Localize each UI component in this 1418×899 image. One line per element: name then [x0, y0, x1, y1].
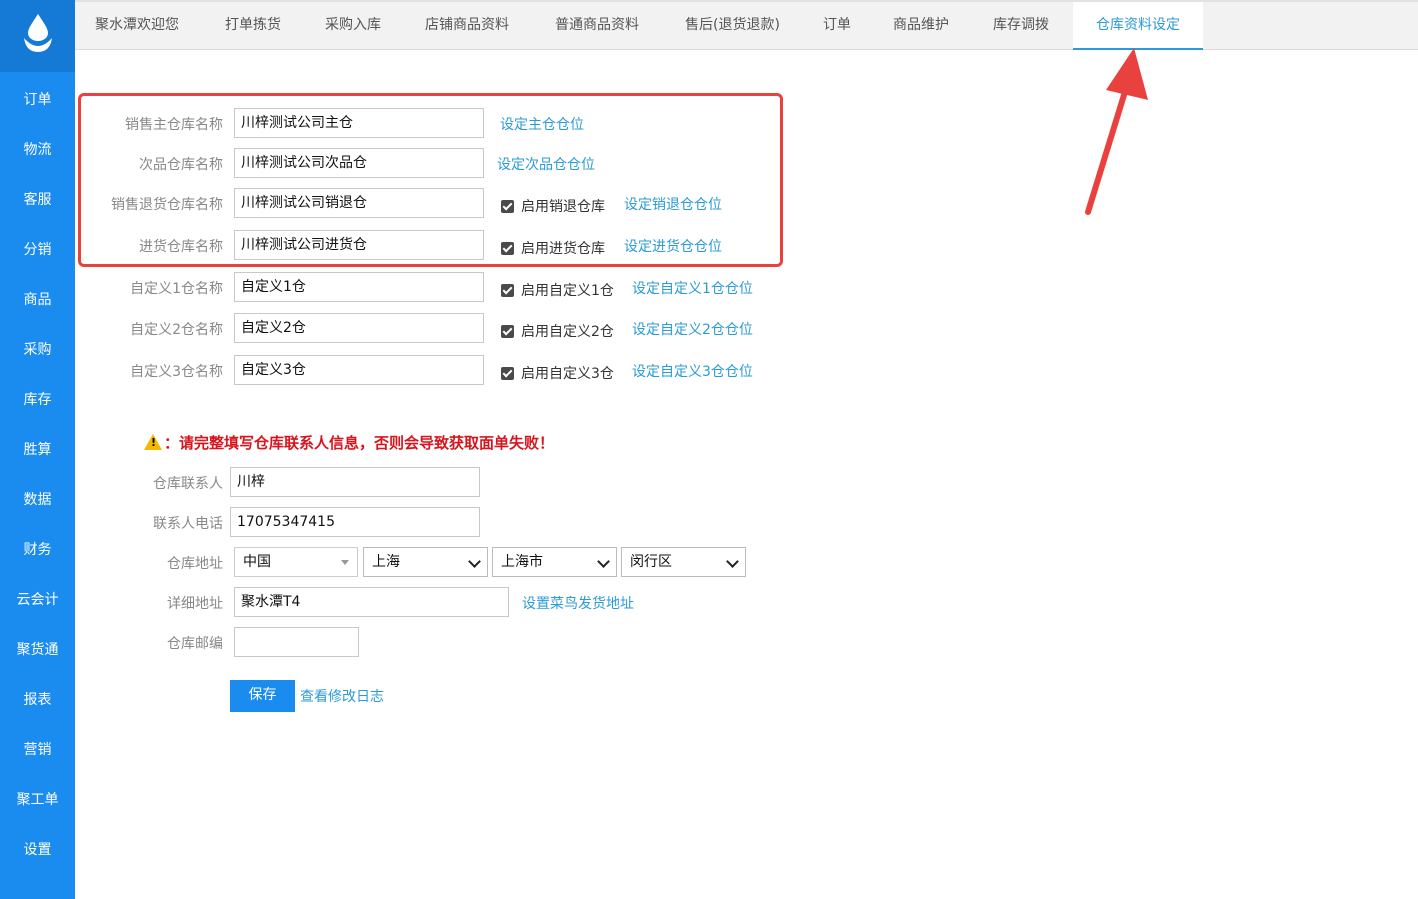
set-defect-location-link[interactable]: 设定次品仓仓位: [497, 154, 595, 174]
country-select[interactable]: 中国: [234, 547, 358, 577]
app-logo[interactable]: [0, 0, 75, 72]
purchase-warehouse-input[interactable]: 川梓测试公司进货仓: [234, 230, 484, 260]
detail-address-input[interactable]: 聚水潭T4: [234, 587, 509, 617]
contact-warning: ：请完整填写仓库联系人信息，否则会导致获取面单失败！: [144, 432, 554, 453]
custom3-warehouse-label: 自定义3仓名称: [130, 364, 223, 380]
return-warehouse-label: 销售退货仓库名称: [111, 197, 223, 213]
enable-custom2-label: 启用自定义2仓: [521, 324, 614, 340]
warning-icon: [144, 434, 162, 450]
sidebar-item-settings[interactable]: 设置: [0, 830, 75, 870]
zip-label: 仓库邮编: [167, 636, 223, 652]
sidebar-item-distribution[interactable]: 分销: [0, 230, 75, 270]
enable-custom1-label: 启用自定义1仓: [521, 283, 614, 299]
country-value: 中国: [243, 554, 271, 570]
enable-custom3-checkbox[interactable]: 启用自定义3仓: [501, 363, 614, 383]
chevron-down-icon: [341, 560, 349, 565]
province-value: 上海: [372, 554, 400, 570]
contact-phone-label: 联系人电话: [153, 516, 223, 532]
sidebar-item-finance[interactable]: 财务: [0, 530, 75, 570]
contact-name-input[interactable]: 川梓: [230, 467, 480, 497]
defect-warehouse-label: 次品仓库名称: [139, 157, 223, 173]
custom2-warehouse-label: 自定义2仓名称: [130, 322, 223, 338]
chevron-down-icon: [726, 555, 739, 568]
checkbox-checked-icon: [501, 367, 514, 380]
set-return-location-link[interactable]: 设定销退仓仓位: [624, 194, 722, 214]
address-label: 仓库地址: [167, 556, 223, 572]
sidebar-item-data[interactable]: 数据: [0, 480, 75, 520]
tab-shop-products[interactable]: 店铺商品资料: [425, 2, 509, 50]
tab-normal-products[interactable]: 普通商品资料: [555, 2, 639, 50]
district-select[interactable]: 闵行区: [621, 547, 746, 577]
set-purchase-location-link[interactable]: 设定进货仓仓位: [624, 236, 722, 256]
sidebar-item-reports[interactable]: 报表: [0, 680, 75, 720]
view-change-log-link[interactable]: 查看修改日志: [300, 686, 384, 706]
chevron-down-icon: [468, 555, 481, 568]
zip-input[interactable]: [234, 627, 359, 657]
tab-print-picking[interactable]: 打单拣货: [225, 2, 281, 50]
checkbox-checked-icon: [501, 284, 514, 297]
set-custom2-location-link[interactable]: 设定自定义2仓仓位: [632, 319, 753, 339]
tab-inventory-transfer[interactable]: 库存调拨: [993, 2, 1049, 50]
return-warehouse-input[interactable]: 川梓测试公司销退仓: [234, 188, 484, 218]
custom3-warehouse-input[interactable]: 自定义3仓: [234, 355, 484, 385]
enable-custom1-checkbox[interactable]: 启用自定义1仓: [501, 280, 614, 300]
warning-text: ：请完整填写仓库联系人信息，否则会导致获取面单失败！: [164, 434, 555, 452]
sidebar-item-customer-service[interactable]: 客服: [0, 180, 75, 220]
detail-address-label: 详细地址: [167, 596, 223, 612]
chevron-down-icon: [597, 555, 610, 568]
sidebar-item-inventory[interactable]: 库存: [0, 380, 75, 420]
set-main-location-link[interactable]: 设定主仓仓位: [500, 114, 584, 134]
enable-custom2-checkbox[interactable]: 启用自定义2仓: [501, 321, 614, 341]
contact-name-label: 仓库联系人: [153, 476, 223, 492]
save-button[interactable]: 保存: [230, 680, 295, 712]
set-cainiao-address-link[interactable]: 设置菜鸟发货地址: [522, 593, 634, 613]
tab-purchase-inbound[interactable]: 采购入库: [325, 2, 381, 50]
enable-custom3-label: 启用自定义3仓: [521, 366, 614, 382]
red-arrow-annotation: [1085, 48, 1148, 215]
set-custom1-location-link[interactable]: 设定自定义1仓仓位: [632, 278, 753, 298]
main-warehouse-label: 销售主仓库名称: [125, 117, 223, 133]
contact-phone-input[interactable]: 17075347415: [230, 507, 480, 537]
enable-return-label: 启用销退仓库: [521, 199, 605, 215]
sidebar-item-purchase[interactable]: 采购: [0, 330, 75, 370]
tab-after-sales[interactable]: 售后(退货退款): [685, 2, 780, 50]
district-value: 闵行区: [630, 554, 672, 570]
sidebar-item-shengsuan[interactable]: 胜算: [0, 430, 75, 470]
main-warehouse-input[interactable]: 川梓测试公司主仓: [234, 108, 484, 138]
set-custom3-location-link[interactable]: 设定自定义3仓仓位: [632, 361, 753, 381]
sidebar-item-logistics[interactable]: 物流: [0, 130, 75, 170]
sidebar-item-work-orders[interactable]: 聚工单: [0, 780, 75, 820]
checkbox-checked-icon: [501, 242, 514, 255]
sidebar-item-products[interactable]: 商品: [0, 280, 75, 320]
top-tab-bar: 聚水潭欢迎您 打单拣货 采购入库 店铺商品资料 普通商品资料 售后(退货退款) …: [75, 0, 1418, 50]
sidebar-item-cloud-accounting[interactable]: 云会计: [0, 580, 75, 620]
tab-welcome[interactable]: 聚水潭欢迎您: [95, 2, 179, 50]
custom2-warehouse-input[interactable]: 自定义2仓: [234, 313, 484, 343]
sidebar-item-marketing[interactable]: 营销: [0, 730, 75, 770]
purchase-warehouse-label: 进货仓库名称: [139, 239, 223, 255]
defect-warehouse-input[interactable]: 川梓测试公司次品仓: [234, 148, 484, 178]
water-drop-logo-icon: [24, 14, 52, 52]
checkbox-checked-icon: [501, 325, 514, 338]
custom1-warehouse-label: 自定义1仓名称: [130, 281, 223, 297]
tab-product-maintenance[interactable]: 商品维护: [893, 2, 949, 50]
enable-purchase-checkbox[interactable]: 启用进货仓库: [501, 238, 605, 258]
city-select[interactable]: 上海市: [492, 547, 617, 577]
custom1-warehouse-input[interactable]: 自定义1仓: [234, 272, 484, 302]
city-value: 上海市: [501, 554, 543, 570]
checkbox-checked-icon: [501, 200, 514, 213]
enable-return-checkbox[interactable]: 启用销退仓库: [501, 196, 605, 216]
sidebar: 订单 物流 客服 分销 商品 采购 库存 胜算 数据 财务 云会计 聚货通 报表…: [0, 0, 75, 899]
tab-orders[interactable]: 订单: [823, 2, 851, 50]
sidebar-item-juhuotong[interactable]: 聚货通: [0, 630, 75, 670]
province-select[interactable]: 上海: [363, 547, 488, 577]
sidebar-item-orders[interactable]: 订单: [0, 80, 75, 120]
enable-purchase-label: 启用进货仓库: [521, 241, 605, 257]
